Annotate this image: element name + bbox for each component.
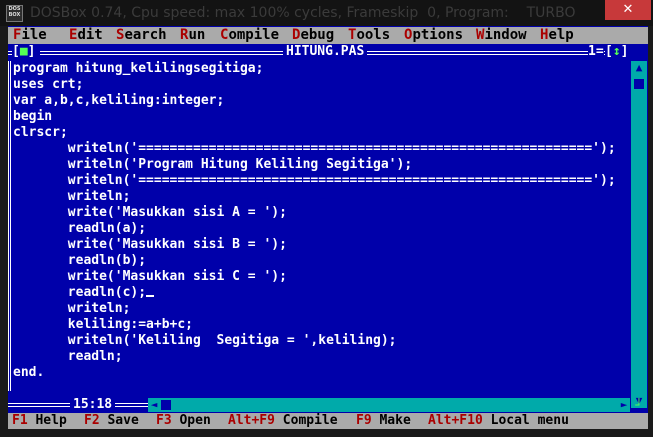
hint-help[interactable]: F1 Help [12,413,67,429]
menu-search[interactable]: Search [116,27,167,44]
hint-compile[interactable]: Alt+F9 Compile [228,413,338,429]
code-line: var a,b,c,keliling:integer; [13,93,225,108]
dosbox-app-icon[interactable]: DOS BOX [6,5,23,22]
code-line: readln(a); [13,221,147,236]
code-line: uses crt; [13,77,84,92]
menu-window[interactable]: Window [476,27,527,44]
code-line: write('Masukkan sisi B = '); [13,237,287,252]
horizontal-scroll-thumb[interactable] [161,400,171,410]
code-editor[interactable]: program hitung_kelilingsegitiga; uses cr… [13,61,633,381]
code-line: writeln; [13,301,131,316]
code-line: write('Masukkan sisi A = '); [13,205,287,220]
hint-make[interactable]: F9 Make [356,413,411,429]
menu-file[interactable]: File [13,27,47,44]
menu-help[interactable]: Help [540,27,574,44]
horizontal-scrollbar[interactable]: ◄ ► [148,398,630,412]
scroll-up-arrow-icon[interactable]: ▲ [631,61,647,75]
editor-bottom-frame: 15:18 ◄ ► ┘ [8,397,648,413]
code-line: clrscr; [13,125,68,140]
menu-run[interactable]: Run [180,27,205,44]
menu-options[interactable]: Options [404,27,463,44]
code-line: end. [13,365,45,380]
code-line: write('Masukkan sisi C = '); [13,269,287,284]
scroll-right-arrow-icon[interactable]: ► [618,398,630,412]
editor-close-box[interactable]: [■] [12,44,35,60]
window-titlebar[interactable]: DOS BOX DOSBox 0.74, Cpu speed: max 100%… [0,0,653,26]
menu-debug[interactable]: Debug [292,27,334,44]
editor-filename: HITUNG.PAS [283,44,368,60]
menu-tools[interactable]: Tools [348,27,390,44]
hint-save[interactable]: F2 Save [84,413,139,429]
menu-compile[interactable]: Compile [220,27,279,44]
code-line: writeln('===============================… [13,173,616,188]
editor-zoom-box[interactable]: [↕] [605,44,629,60]
code-line: readln; [13,349,123,364]
menu-bar: File Edit Search Run Compile Debug Tools… [8,27,648,44]
menu-edit[interactable]: Edit [69,27,103,44]
hint-bar: F1 Help F2 Save F3 Open Alt+F9 Compile F… [8,413,648,429]
text-cursor [146,295,155,297]
hint-open[interactable]: F3 Open [156,413,211,429]
dos-screen: File Edit Search Run Compile Debug Tools… [8,26,648,429]
code-line: readln(b); [13,253,147,268]
editor-window-number: 1= [588,44,604,60]
code-line-current: readln(c); [13,285,155,301]
vertical-scroll-thumb[interactable] [634,79,644,89]
window-title: DOSBox 0.74, Cpu speed: max 100% cycles,… [30,5,576,21]
code-line: writeln('Program Hitung Keliling Segitig… [13,157,413,172]
cursor-position: 15:18 [70,397,116,413]
scroll-left-arrow-icon[interactable]: ◄ [148,398,160,412]
editor-top-frame: [■] HITUNG.PAS 1= [↕] [8,44,648,60]
window-close-button[interactable]: ✕ [605,0,651,20]
code-line: writeln; [13,189,131,204]
hint-local-menu[interactable]: Alt+F10 Local menu [428,413,569,429]
vertical-scrollbar[interactable]: ▲ ▼ [631,61,647,408]
code-line: begin [13,109,53,124]
code-line: writeln('Keliling Segitiga = ',keliling)… [13,333,397,348]
code-line: program hitung_kelilingsegitiga; [13,61,264,76]
resize-corner-icon[interactable]: ┘ [631,398,647,412]
code-line: writeln('===============================… [13,141,616,156]
code-line: keliling:=a+b+c; [13,317,194,332]
